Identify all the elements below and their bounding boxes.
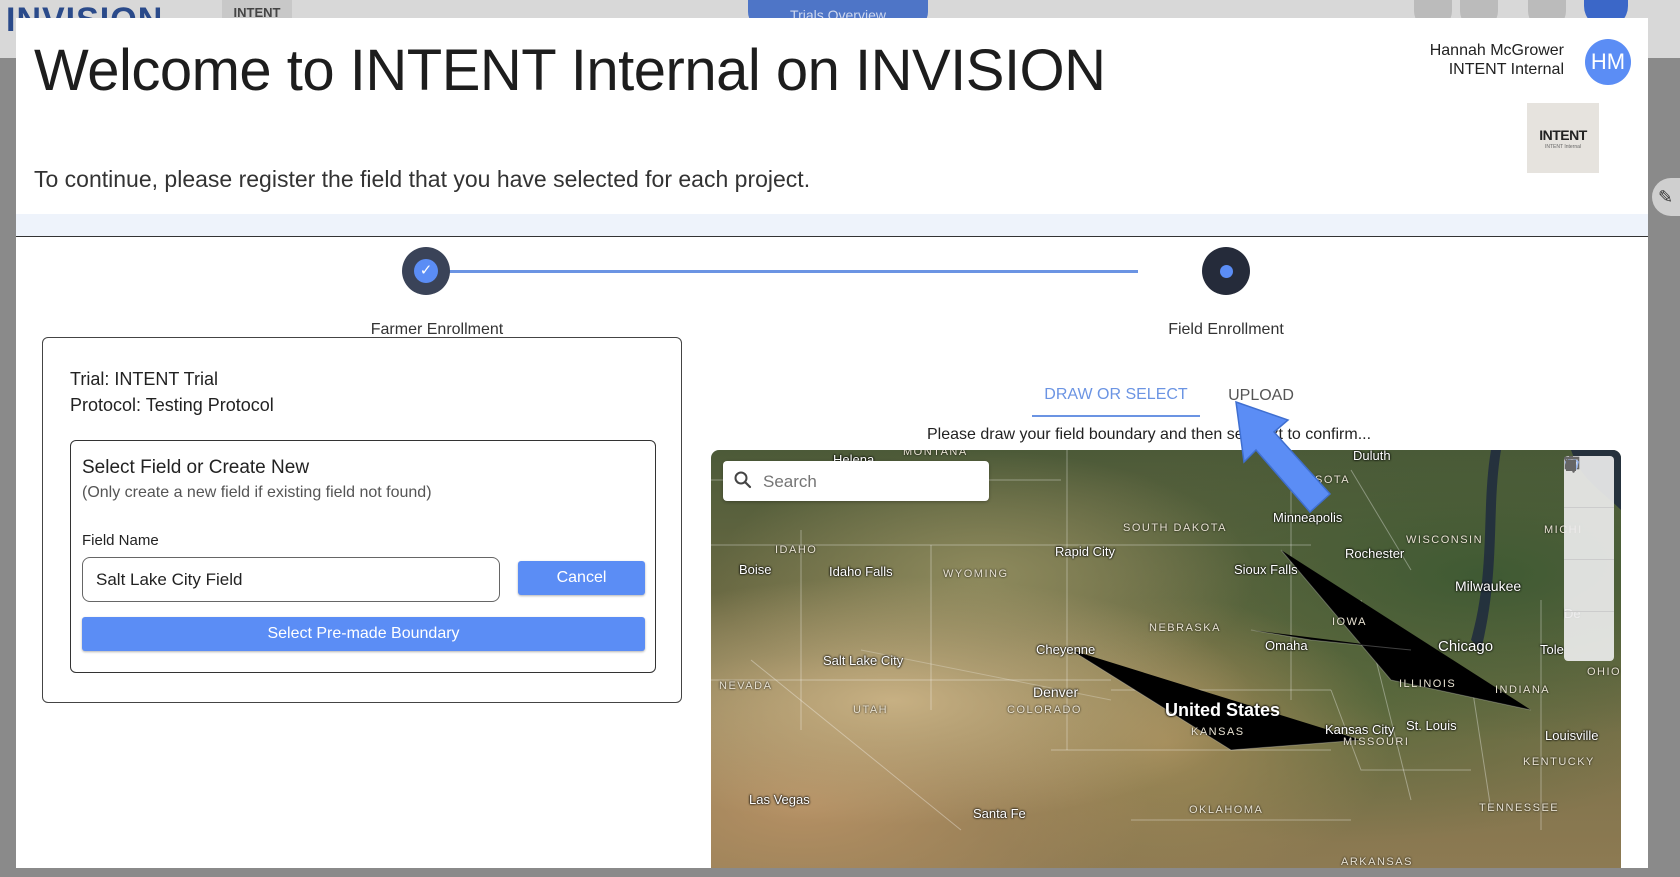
step-label-field: Field Enrollment bbox=[1168, 321, 1284, 338]
map-label-city: Sioux Falls bbox=[1234, 562, 1298, 577]
annotation-arrow-icon bbox=[1235, 400, 1332, 514]
map-label-city: Idaho Falls bbox=[829, 564, 893, 579]
map-label-city: Denver bbox=[1033, 684, 1079, 700]
map-label-state: TENNESSEE bbox=[1479, 802, 1560, 814]
page-subtitle: To continue, please register the field t… bbox=[34, 166, 811, 192]
map-label-city: Santa Fe bbox=[973, 806, 1026, 821]
map-label-city: Kansas City bbox=[1325, 722, 1395, 737]
map-label-city: Rochester bbox=[1345, 546, 1405, 561]
map-search-input[interactable] bbox=[761, 461, 985, 503]
map-label-state: MISSOURI bbox=[1343, 736, 1410, 748]
map-label-state: IDAHO bbox=[775, 544, 818, 556]
map-instruction-text: Please draw your field boundary and then… bbox=[927, 426, 1244, 443]
map-label-state: SOUTH DAKOTA bbox=[1123, 522, 1227, 534]
avatar[interactable]: HM bbox=[1585, 39, 1631, 85]
map-label-country: United States bbox=[1165, 700, 1281, 720]
map-label-state: NEBRASKA bbox=[1149, 622, 1221, 634]
org-logo-name: INTENT bbox=[1539, 126, 1587, 143]
map-label-state: OKLAHOMA bbox=[1189, 804, 1264, 816]
map-search-box[interactable] bbox=[723, 461, 989, 503]
map-label-state: IOWA bbox=[1332, 616, 1367, 628]
map-label-city: Duluth bbox=[1353, 450, 1391, 463]
map-draw-toolbar bbox=[1564, 456, 1614, 661]
map-label-city: Salt Lake City bbox=[823, 653, 904, 668]
map-label-city: Chicago bbox=[1438, 638, 1494, 655]
map-label-state: INDIANA bbox=[1495, 684, 1551, 696]
map-label-city: Tole bbox=[1540, 642, 1564, 657]
map-label-state: UTAH bbox=[853, 704, 889, 716]
user-name: Hannah McGrower bbox=[1429, 42, 1564, 59]
map-label-state: KANSAS bbox=[1191, 726, 1245, 738]
field-select-card: Select Field or Create New (Only create … bbox=[70, 440, 656, 673]
active-step-icon bbox=[1219, 264, 1233, 278]
tab-draw-or-select[interactable]: DRAW OR SELECT bbox=[1032, 375, 1200, 417]
map-label-city: Las Vegas bbox=[749, 792, 810, 807]
polygon-icon[interactable] bbox=[1564, 457, 1614, 612]
map-label-state: COLORADO bbox=[1007, 704, 1082, 716]
map-label-state: ARKANSAS bbox=[1341, 856, 1413, 868]
field-select-hint: (Only create a new field if existing fie… bbox=[82, 484, 432, 501]
step-field-enrollment[interactable] bbox=[1202, 247, 1250, 295]
protocol-name: Protocol: Testing Protocol bbox=[70, 395, 274, 415]
map-label-city: Rapid City bbox=[1055, 544, 1115, 559]
search-icon bbox=[734, 471, 752, 489]
map-label-city: Milwaukee bbox=[1455, 578, 1522, 594]
map-label-city: Omaha bbox=[1265, 638, 1308, 653]
header-divider bbox=[16, 214, 1648, 237]
map-label-state: WISCONSIN bbox=[1406, 534, 1484, 546]
user-info: Hannah McGrower INTENT Internal bbox=[1430, 41, 1564, 79]
map-label-state: OHIO bbox=[1587, 666, 1621, 678]
map-label-state: WYOMING bbox=[943, 568, 1009, 580]
field-name-label: Field Name bbox=[82, 532, 159, 549]
map-label-city: Louisville bbox=[1545, 728, 1599, 743]
org-logo: INTENT INTENT Internal bbox=[1527, 103, 1599, 173]
page-title: Welcome to INTENT Internal on INVISION bbox=[34, 38, 1106, 103]
field-name-input[interactable] bbox=[82, 557, 500, 602]
side-tool-icon: ✎ bbox=[1652, 178, 1680, 216]
map-label-state: KENTUCKY bbox=[1523, 756, 1595, 768]
map-label-city: St. Louis bbox=[1406, 718, 1457, 733]
step-farmer-enrollment[interactable]: ✓ bbox=[402, 247, 450, 295]
stepper-line bbox=[422, 270, 1138, 273]
user-org: INTENT Internal bbox=[1448, 61, 1564, 78]
map-canvas[interactable]: Helena Duluth Minneapolis Boise Idaho Fa… bbox=[711, 450, 1621, 868]
field-select-title: Select Field or Create New bbox=[82, 457, 310, 478]
rectangle-icon[interactable] bbox=[1564, 456, 1614, 560]
map-label-city: Boise bbox=[739, 562, 772, 577]
welcome-modal: Welcome to INTENT Internal on INVISION T… bbox=[16, 18, 1648, 868]
map-label-city: Cheyenne bbox=[1036, 642, 1096, 657]
check-icon: ✓ bbox=[414, 259, 438, 283]
map-label-state: NEVADA bbox=[719, 680, 773, 692]
trash-icon[interactable] bbox=[1564, 456, 1614, 663]
org-logo-tagline: INTENT Internal bbox=[1544, 143, 1582, 150]
map-label-state: ILLINOIS bbox=[1399, 678, 1457, 690]
map-label-state: MONTANA bbox=[903, 450, 968, 458]
cancel-button[interactable]: Cancel bbox=[518, 561, 645, 595]
trial-name: Trial: INTENT Trial bbox=[70, 369, 219, 389]
trial-card: Trial: INTENT Trial Protocol: Testing Pr… bbox=[42, 337, 682, 703]
select-premade-boundary-button[interactable]: Select Pre-made Boundary bbox=[82, 617, 645, 651]
